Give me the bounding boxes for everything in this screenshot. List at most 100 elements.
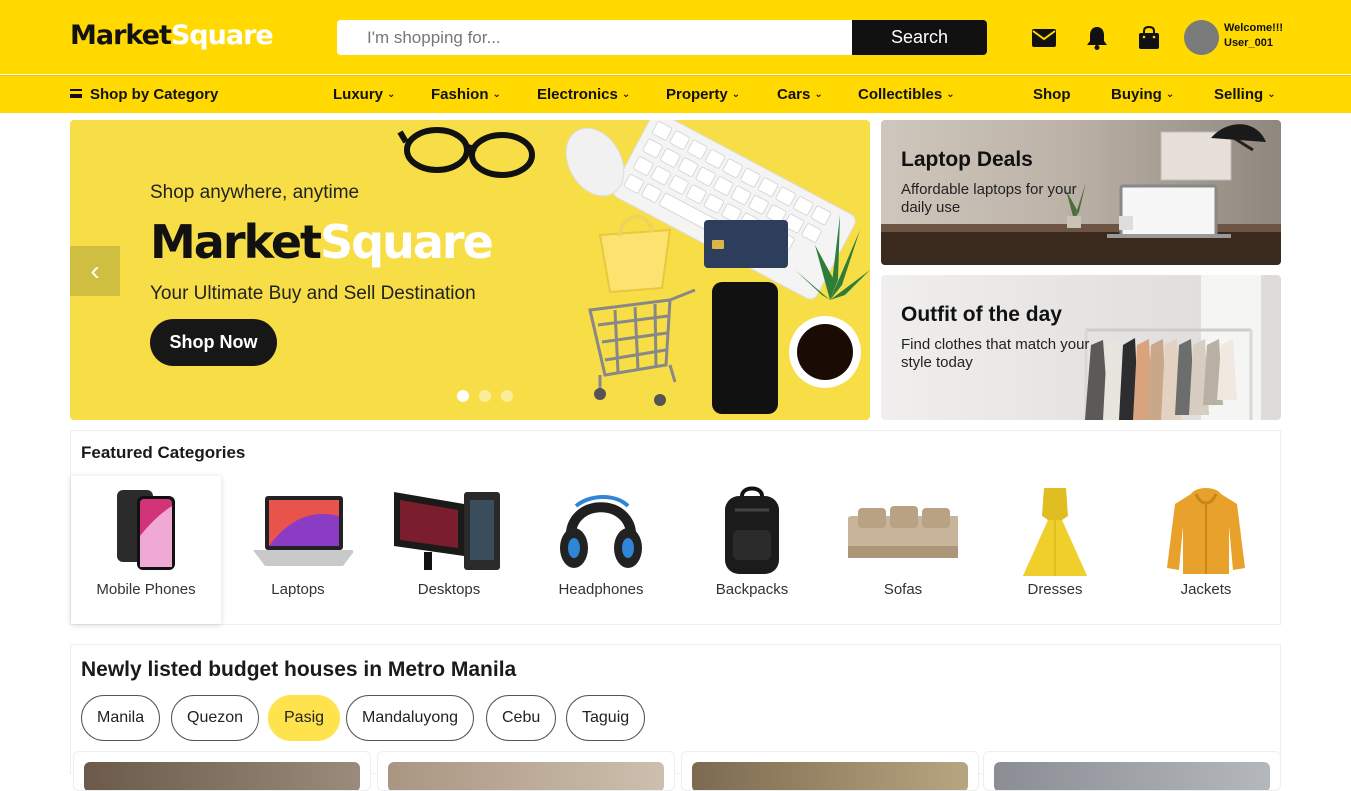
promo-outfit-title: Outfit of the day	[901, 303, 1062, 326]
category-jackets[interactable]: Jackets	[1131, 476, 1281, 624]
budget-houses-title: Newly listed budget houses in Metro Mani…	[81, 658, 517, 681]
featured-categories-title: Featured Categories	[81, 443, 246, 462]
jacket-icon	[1167, 488, 1245, 574]
house-photo	[388, 762, 664, 790]
category-backpacks[interactable]: Backpacks	[677, 476, 827, 624]
nav-electronics[interactable]: Electronics ⌄	[537, 86, 630, 103]
category-label: Sofas	[883, 581, 923, 598]
nav-luxury-label: Luxury	[333, 86, 384, 103]
category-mobile-phones[interactable]: Mobile Phones	[71, 476, 221, 624]
category-desktops[interactable]: Desktops	[374, 476, 524, 624]
laptop-icon	[253, 496, 353, 566]
search-input[interactable]	[337, 20, 852, 55]
location-chip-quezon[interactable]: Quezon	[171, 695, 260, 741]
budget-houses-section: Newly listed budget houses in Metro Mani…	[70, 644, 1281, 791]
category-dresses[interactable]: Dresses	[980, 476, 1130, 624]
chevron-left-icon: ‹	[90, 255, 100, 286]
promo-outfit-text: Find clothes that match your style today	[901, 336, 1090, 371]
promo-laptop-title: Laptop Deals	[901, 148, 1033, 171]
hero-logo: MarketSquare	[150, 215, 494, 269]
nav-shop[interactable]: Shop	[1033, 86, 1071, 103]
hero-tagline: Your Ultimate Buy and Sell Destination	[150, 283, 476, 304]
category-headphones[interactable]: Headphones	[526, 476, 676, 624]
category-label: Laptops	[271, 581, 325, 598]
chevron-down-icon: ⌄	[492, 89, 501, 100]
hero-subtitle: Shop anywhere, anytime	[150, 182, 360, 203]
mobile-phone-icon	[117, 490, 175, 570]
carousel-prev-button[interactable]: ‹	[70, 246, 120, 296]
promo-outfit-of-the-day[interactable]: Outfit of the day Find clothes that matc…	[881, 275, 1281, 420]
house-card[interactable]	[983, 751, 1281, 791]
nav-buying[interactable]: Buying ⌄	[1111, 86, 1174, 103]
location-chip-pasig[interactable]: Pasig	[268, 695, 341, 741]
shop-now-button[interactable]: Shop Now	[150, 319, 277, 366]
nav-fashion-label: Fashion	[431, 86, 489, 103]
headphones-icon	[560, 495, 642, 568]
nav-selling[interactable]: Selling ⌄	[1214, 86, 1276, 103]
dress-icon	[1022, 488, 1088, 576]
site-logo[interactable]: MarketSquare	[70, 20, 274, 51]
search-button[interactable]: Search	[852, 20, 987, 55]
nav-buying-label: Buying	[1111, 86, 1162, 103]
house-photo	[994, 762, 1270, 790]
chevron-down-icon: ⌄	[387, 89, 396, 100]
nav-cars[interactable]: Cars ⌄	[777, 86, 823, 103]
carousel-dot-3[interactable]	[501, 390, 513, 402]
carousel-dot-2[interactable]	[479, 390, 491, 402]
location-chip-mandaluyong[interactable]: Mandaluyong	[346, 695, 475, 741]
nav-cars-label: Cars	[777, 86, 811, 103]
location-chip-cebu[interactable]: Cebu	[486, 695, 557, 741]
house-card[interactable]	[73, 751, 371, 791]
category-label: Dresses	[1027, 581, 1083, 598]
chevron-down-icon: ⌄	[621, 89, 631, 100]
promo-laptop-text: Affordable laptops for your daily use	[901, 181, 1077, 216]
menu-icon	[70, 89, 82, 98]
desktop-icon	[394, 492, 500, 570]
house-card[interactable]	[377, 751, 675, 791]
category-laptops[interactable]: Laptops	[223, 476, 373, 624]
carousel-dot-1[interactable]	[457, 390, 469, 402]
sofa-icon	[848, 506, 958, 558]
nav-collectibles[interactable]: Collectibles ⌄	[858, 86, 955, 103]
promo-laptop-deals[interactable]: Laptop Deals Affordable laptops for your…	[881, 120, 1281, 265]
nav-collectibles-label: Collectibles	[858, 86, 943, 103]
category-label: Jackets	[1180, 581, 1232, 598]
location-chip-manila[interactable]: Manila	[81, 695, 161, 741]
welcome-greeting: Welcome!!!	[1224, 22, 1284, 34]
nav-shop-label: Shop	[1033, 86, 1071, 103]
carousel-indicators	[457, 390, 513, 402]
category-sofas[interactable]: Sofas	[828, 476, 978, 624]
house-card[interactable]	[681, 751, 979, 791]
top-header: MarketSquare Search Welcome!!! User_001	[0, 0, 1351, 74]
category-label: Mobile Phones	[96, 581, 196, 598]
nav-selling-label: Selling	[1214, 86, 1264, 103]
chevron-down-icon: ⌄	[1165, 89, 1175, 100]
mail-icon[interactable]	[1030, 24, 1058, 52]
hero-logo-market: Market	[150, 215, 322, 269]
chevron-down-icon: ⌄	[731, 89, 741, 100]
search-bar: Search	[337, 20, 987, 55]
nav-fashion[interactable]: Fashion ⌄	[431, 86, 501, 103]
nav-luxury[interactable]: Luxury ⌄	[333, 86, 395, 103]
bell-icon[interactable]	[1083, 24, 1111, 52]
nav-property-label: Property	[666, 86, 728, 103]
welcome-text[interactable]: Welcome!!! User_001	[1224, 21, 1283, 51]
chevron-down-icon: ⌄	[946, 89, 955, 100]
house-photo	[692, 762, 968, 790]
shop-by-category-button[interactable]: Shop by Category	[70, 86, 218, 103]
shop-by-category-label: Shop by Category	[90, 86, 219, 103]
house-photo	[84, 762, 360, 790]
category-label: Headphones	[558, 581, 644, 598]
hero-logo-square: Square	[320, 215, 494, 269]
shopping-bag-icon[interactable]	[1135, 24, 1163, 52]
welcome-username: User_001	[1224, 37, 1273, 49]
logo-text-market: Market	[70, 20, 172, 51]
category-nav: Shop by Category Luxury ⌄ Fashion ⌄ Electr…	[0, 75, 1351, 113]
category-label: Desktops	[417, 581, 481, 598]
nav-property[interactable]: Property ⌄	[666, 86, 740, 103]
logo-text-square: Square	[170, 20, 274, 51]
chevron-down-icon: ⌄	[814, 89, 823, 100]
location-chip-taguig[interactable]: Taguig	[566, 695, 646, 741]
avatar[interactable]	[1184, 20, 1219, 55]
category-label: Backpacks	[715, 581, 789, 598]
